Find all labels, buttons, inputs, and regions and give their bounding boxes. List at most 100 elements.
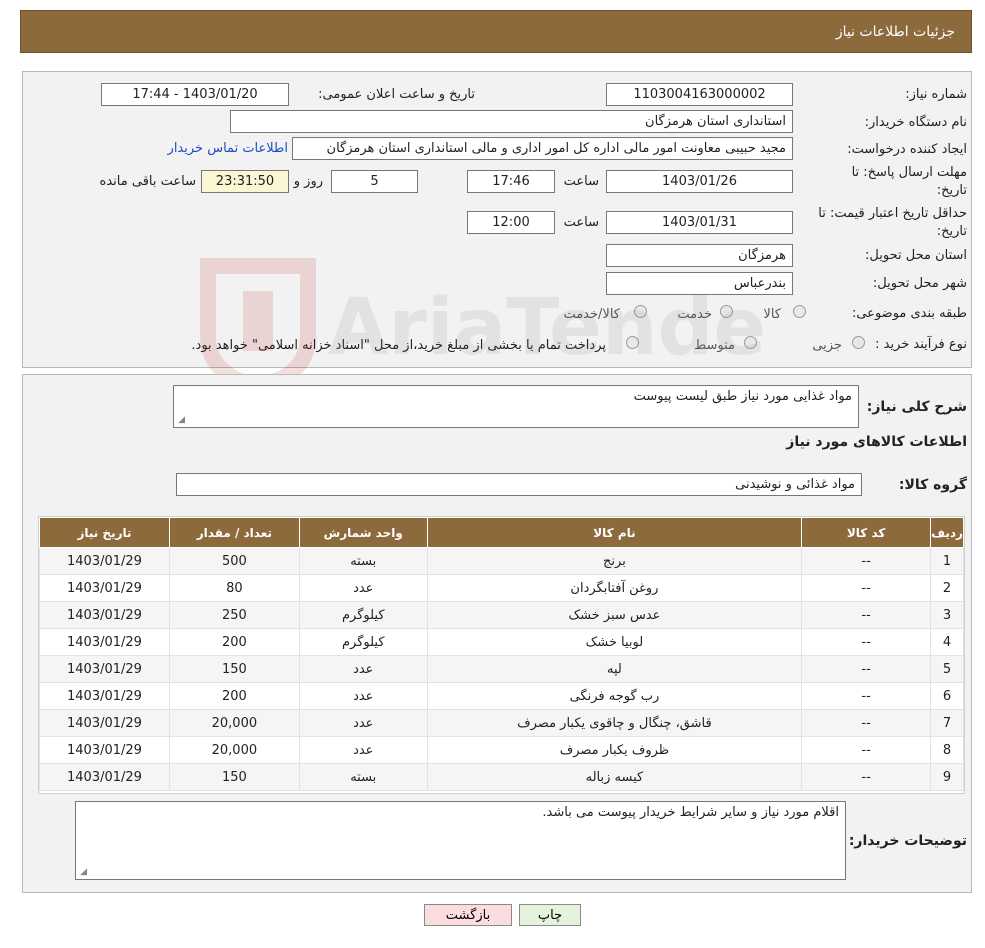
table-cell: کیلوگرم: [298, 601, 428, 629]
validity-date-field: 1403/01/31: [606, 211, 793, 234]
table-cell: --: [801, 736, 932, 764]
table-cell: --: [801, 547, 932, 575]
table-cell: 1403/01/29: [39, 574, 170, 602]
table-cell: 200: [168, 682, 300, 710]
resize-grip-icon[interactable]: ◢: [176, 416, 185, 425]
table-cell: عدس سبز خشک: [426, 601, 803, 629]
process-radio-treasury[interactable]: [626, 336, 639, 349]
table-row: 7 -- قاشق، چنگال و چاقوی یکبار مصرف عدد …: [39, 709, 964, 737]
description-text: مواد غذایی مورد نیاز طبق لیست پیوست: [633, 389, 852, 404]
goods-section-title: اطلاعات کالاهای مورد نیاز: [786, 434, 967, 450]
buyer-notes-textarea[interactable]: اقلام مورد نیاز و سایر شرایط خریدار پیوس…: [75, 801, 846, 880]
table-cell: برنج: [426, 547, 803, 575]
buyer-org-label: نام دستگاه خریدار:: [864, 115, 967, 130]
process-radio-minor[interactable]: [852, 336, 865, 349]
announce-date-label: تاریخ و ساعت اعلان عمومی:: [318, 87, 475, 102]
table-row: 8 -- ظروف یکبار مصرف عدد 20,000 1403/01/…: [39, 736, 964, 764]
process-radio-medium[interactable]: [744, 336, 757, 349]
table-cell: 1403/01/29: [39, 709, 170, 737]
table-header-cell: ردیف: [930, 517, 964, 548]
goods-table: ردیف کد کالا نام کالا واحد شمارش تعداد /…: [38, 516, 965, 794]
remaining-time-field: 23:31:50: [201, 170, 289, 193]
table-cell: 150: [168, 655, 300, 683]
announce-date-field: 1403/01/20 - 17:44: [101, 83, 289, 106]
validity-time-field: 12:00: [467, 211, 555, 234]
table-cell: 1403/01/29: [39, 736, 170, 764]
table-cell: ظروف یکبار مصرف: [426, 736, 803, 764]
category-label: طبقه بندی موضوعی:: [851, 306, 967, 321]
deadline-date-field: 1403/01/26: [606, 170, 793, 193]
table-cell: --: [801, 655, 932, 683]
table-cell: 1403/01/29: [39, 682, 170, 710]
table-cell: لپه: [426, 655, 803, 683]
table-cell: 250: [168, 601, 300, 629]
category-radio-service[interactable]: [720, 305, 733, 318]
print-button[interactable]: چاپ: [519, 904, 581, 926]
table-cell: 1403/01/29: [39, 547, 170, 575]
category-option-goods: کالا: [763, 307, 781, 322]
table-cell: 1: [930, 547, 964, 575]
goods-group-label: گروه کالا:: [898, 477, 967, 493]
table-cell: 20,000: [168, 736, 300, 764]
table-cell: --: [801, 601, 932, 629]
table-cell: کیسه زباله: [426, 763, 803, 791]
table-cell: 150: [168, 763, 300, 791]
creator-field: مجید حبیبی معاونت امور مالی اداره کل امو…: [292, 137, 793, 160]
deadline-time-label: ساعت: [563, 174, 599, 189]
buyer-notes-text: اقلام مورد نیاز و سایر شرایط خریدار پیوس…: [542, 805, 839, 820]
goods-table-grid: ردیف کد کالا نام کالا واحد شمارش تعداد /…: [39, 517, 964, 791]
province-label: استان محل تحویل:: [865, 248, 967, 263]
table-header-cell: تاریخ نیاز: [39, 517, 170, 548]
table-cell: کیلوگرم: [298, 628, 428, 656]
table-row: 6 -- رب گوجه فرنگی عدد 200 1403/01/29: [39, 682, 964, 710]
need-number-field: 1103004163000002: [606, 83, 793, 106]
table-cell: 6: [930, 682, 964, 710]
page-header: جزئیات اطلاعات نیاز: [20, 10, 972, 53]
category-option-service: خدمت: [677, 307, 712, 322]
table-cell: 9: [930, 763, 964, 791]
table-cell: 3: [930, 601, 964, 629]
table-cell: 1403/01/29: [39, 763, 170, 791]
table-cell: --: [801, 574, 932, 602]
table-row: 3 -- عدس سبز خشک کیلوگرم 250 1403/01/29: [39, 601, 964, 629]
table-cell: 4: [930, 628, 964, 656]
process-label: نوع فرآیند خرید :: [875, 337, 967, 352]
page-title: جزئیات اطلاعات نیاز: [835, 23, 955, 40]
table-cell: لوبیا خشک: [426, 628, 803, 656]
category-radio-goods[interactable]: [793, 305, 806, 318]
table-row: 4 -- لوبیا خشک کیلوگرم 200 1403/01/29: [39, 628, 964, 656]
table-cell: عدد: [298, 574, 428, 602]
table-cell: 80: [168, 574, 300, 602]
buyer-contact-link[interactable]: اطلاعات تماس خریدار: [168, 141, 288, 156]
need-number-label: شماره نیاز:: [905, 87, 967, 102]
table-cell: 5: [930, 655, 964, 683]
table-cell: --: [801, 628, 932, 656]
table-row: 1 -- برنج بسته 500 1403/01/29: [39, 547, 964, 575]
validity-label: حداقل تاریخ اعتبار قیمت: تا: [818, 206, 967, 221]
back-button[interactable]: بازگشت: [424, 904, 512, 926]
table-cell: 1403/01/29: [39, 655, 170, 683]
city-label: شهر محل تحویل:: [872, 276, 967, 291]
table-cell: 1403/01/29: [39, 601, 170, 629]
table-cell: 500: [168, 547, 300, 575]
table-cell: بسته: [298, 763, 428, 791]
table-header-cell: کد کالا: [801, 517, 932, 548]
table-cell: روغن آفتابگردان: [426, 574, 803, 602]
category-radio-goods-service[interactable]: [634, 305, 647, 318]
validity-time-label: ساعت: [563, 215, 599, 230]
table-cell: 200: [168, 628, 300, 656]
table-cell: --: [801, 709, 932, 737]
table-header-cell: واحد شمارش: [298, 517, 428, 548]
table-cell: بسته: [298, 547, 428, 575]
table-header-cell: نام کالا: [426, 517, 803, 548]
description-textarea[interactable]: مواد غذایی مورد نیاز طبق لیست پیوست ◢: [173, 385, 859, 428]
table-cell: --: [801, 682, 932, 710]
table-row: 5 -- لپه عدد 150 1403/01/29: [39, 655, 964, 683]
table-row: 2 -- روغن آفتابگردان عدد 80 1403/01/29: [39, 574, 964, 602]
table-cell: 20,000: [168, 709, 300, 737]
table-row: 9 -- کیسه زباله بسته 150 1403/01/29: [39, 763, 964, 791]
validity-label-date: تاریخ:: [936, 224, 967, 239]
table-cell: 7: [930, 709, 964, 737]
remaining-time-label: ساعت باقی مانده: [99, 174, 196, 189]
resize-grip-icon[interactable]: ◢: [78, 868, 87, 877]
